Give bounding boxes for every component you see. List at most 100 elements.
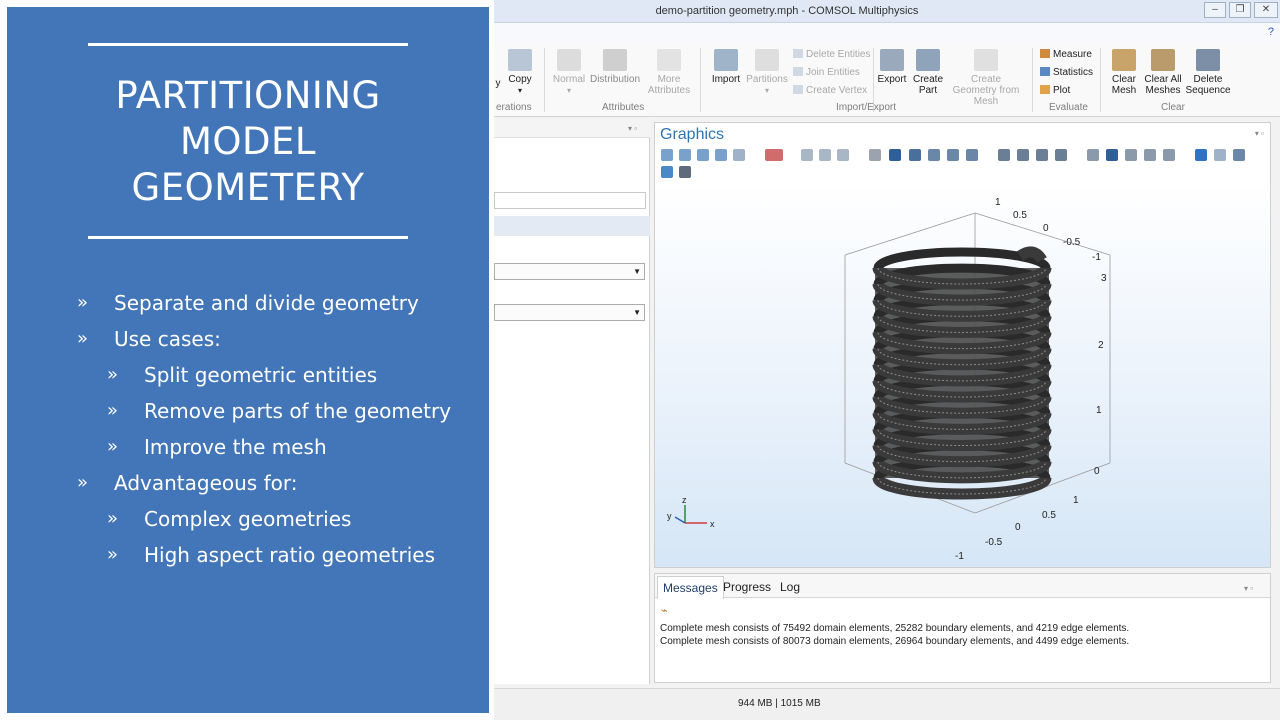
view-yz-icon[interactable] xyxy=(819,149,831,161)
bullet-marker: » xyxy=(107,364,119,385)
zoom-extents-icon[interactable] xyxy=(733,149,745,161)
messages-tab-bar: Messages Progress Log ▾ ▫ xyxy=(655,574,1270,599)
plot-icon xyxy=(1040,85,1050,94)
hide-selected-icon[interactable] xyxy=(1125,149,1137,161)
layout-3-icon[interactable] xyxy=(1233,149,1245,161)
slide-title-line-2: MODEL xyxy=(179,120,317,163)
tab-messages[interactable]: Messages xyxy=(657,576,724,599)
zoom-out-icon[interactable] xyxy=(679,149,691,161)
layout-2-icon[interactable] xyxy=(1214,149,1226,161)
help-icon[interactable]: ? xyxy=(1268,26,1274,38)
settings-selected-row[interactable] xyxy=(494,216,650,236)
partitions-button[interactable]: Partitions ▾ xyxy=(745,49,789,96)
axis-tick-label: -0.5 xyxy=(985,537,1003,548)
axis-tick-label: -1 xyxy=(1092,252,1101,263)
coil-mesh-scene: 10.50-0.5-1321010.50-0.5-1xzy xyxy=(667,197,1111,562)
select-domain-icon[interactable] xyxy=(889,149,901,161)
axis-tick-label: -0.5 xyxy=(1063,237,1081,248)
scene-light-icon[interactable] xyxy=(998,149,1010,161)
message-line-1: Complete mesh consists of 75492 domain e… xyxy=(660,623,1130,634)
statistics-icon xyxy=(1040,67,1050,76)
join-entities-button[interactable]: Join Entities xyxy=(793,67,860,79)
pane-menu-icon[interactable]: ▾ ▫ xyxy=(628,124,637,133)
clear-mesh-button[interactable]: Clear Mesh xyxy=(1106,49,1142,96)
clear-all-meshes-button[interactable]: Clear All Meshes xyxy=(1142,49,1184,96)
create-vertex-button[interactable]: Create Vertex xyxy=(793,85,867,97)
bullet-text: Advantageous for: xyxy=(114,471,298,495)
layout-1-icon[interactable] xyxy=(1195,149,1207,161)
pane-menu-icon[interactable]: ▾ ▫ xyxy=(1240,582,1257,595)
plot-label: Plot xyxy=(1053,85,1071,96)
settings-pane: ▾ ▫ ▼ ▼ xyxy=(494,118,650,684)
delete-sequence-button[interactable]: Delete Sequence xyxy=(1184,49,1232,96)
ribbon-partial-label: y xyxy=(495,78,501,89)
normal-button[interactable]: Normal ▾ xyxy=(551,49,587,96)
print-icon[interactable] xyxy=(679,166,691,178)
join-entities-icon xyxy=(793,67,803,76)
settings-text-field[interactable] xyxy=(494,192,646,209)
show-icon[interactable] xyxy=(1106,149,1118,161)
zoom-in-icon[interactable] xyxy=(661,149,673,161)
select-all-icon[interactable] xyxy=(966,149,978,161)
measure-button[interactable]: Measure xyxy=(1040,49,1092,61)
select-boundary-icon[interactable] xyxy=(909,149,921,161)
copy-button[interactable]: Copy ▾ xyxy=(506,49,534,96)
axis-tick-label: 0 xyxy=(1043,223,1049,234)
partitions-icon xyxy=(755,49,779,71)
distribution-button[interactable]: Distribution xyxy=(589,49,641,85)
triad-y-axis xyxy=(674,516,686,524)
axis-tick-label: 2 xyxy=(1098,340,1104,351)
hide-icon[interactable] xyxy=(1087,149,1099,161)
transparency-icon[interactable] xyxy=(1017,149,1029,161)
slide-title-line-3: GEOMETERY xyxy=(131,166,365,209)
zoom-box-icon[interactable] xyxy=(697,149,709,161)
zoom-selected-icon[interactable] xyxy=(715,149,727,161)
create-vertex-icon xyxy=(793,85,803,94)
ribbon-separator xyxy=(1100,48,1101,112)
reset-view-icon[interactable] xyxy=(1163,149,1175,161)
maximize-button[interactable]: ❐ xyxy=(1229,2,1251,18)
create-part-button[interactable]: Create Part xyxy=(909,49,947,96)
tab-log[interactable]: Log xyxy=(776,578,804,596)
broom-all-icon xyxy=(1151,49,1175,71)
close-button[interactable]: ✕ xyxy=(1254,2,1278,18)
group-label-clear: Clear xyxy=(1161,102,1185,113)
view-xy-icon[interactable] xyxy=(801,149,813,161)
render-icon[interactable] xyxy=(1055,149,1067,161)
create-geometry-from-mesh-button[interactable]: Create Geometry from Mesh xyxy=(947,49,1025,107)
clear-messages-icon[interactable]: ⌁ xyxy=(661,604,668,617)
axis-tick-label: -1 xyxy=(955,551,964,562)
tab-progress[interactable]: Progress xyxy=(719,578,775,596)
bullet-marker: » xyxy=(107,544,119,565)
select-point-icon[interactable] xyxy=(947,149,959,161)
more-attributes-button[interactable]: More Attributes xyxy=(644,49,694,96)
graphics-viewport[interactable]: 1 0.5 0 -0.5 -1 3 2 1 0 1 0.5 0 -0.5 -1 x z y xyxy=(655,183,1270,567)
export-button[interactable]: Export xyxy=(875,49,909,85)
delete-entities-button[interactable]: Delete Entities xyxy=(793,49,870,61)
wireframe-icon[interactable] xyxy=(1036,149,1048,161)
more-attributes-icon xyxy=(657,49,681,71)
triad-z-label: z xyxy=(682,495,687,505)
import-button[interactable]: Import xyxy=(708,49,744,85)
view-axes-icon[interactable] xyxy=(765,149,783,161)
view-zx-icon[interactable] xyxy=(837,149,849,161)
settings-dropdown-2[interactable]: ▼ xyxy=(494,304,645,321)
more-attributes-label: More Attributes xyxy=(647,74,691,96)
select-edge-icon[interactable] xyxy=(928,149,940,161)
camera-icon[interactable] xyxy=(661,166,673,178)
settings-dropdown-1[interactable]: ▼ xyxy=(494,263,645,280)
axis-tick-label: 0.5 xyxy=(1013,210,1027,221)
select-object-icon[interactable] xyxy=(869,149,881,161)
pane-menu-icon[interactable]: ▾ ▫ xyxy=(1255,129,1264,138)
plot-button[interactable]: Plot xyxy=(1040,85,1070,97)
dropdown-arrow-icon: ▼ xyxy=(633,267,641,276)
export-label: Export xyxy=(877,74,907,85)
minimize-button[interactable]: – xyxy=(1204,2,1226,18)
create-part-icon xyxy=(916,49,940,71)
ribbon-partial-button[interactable]: y xyxy=(494,54,502,89)
axis-tick-label: 1 xyxy=(1096,405,1102,416)
slide-title: PARTITIONING MODEL GEOMETERY xyxy=(7,73,489,211)
ribbon-separator xyxy=(700,48,701,112)
statistics-button[interactable]: Statistics xyxy=(1040,67,1093,79)
reset-hiding-icon[interactable] xyxy=(1144,149,1156,161)
